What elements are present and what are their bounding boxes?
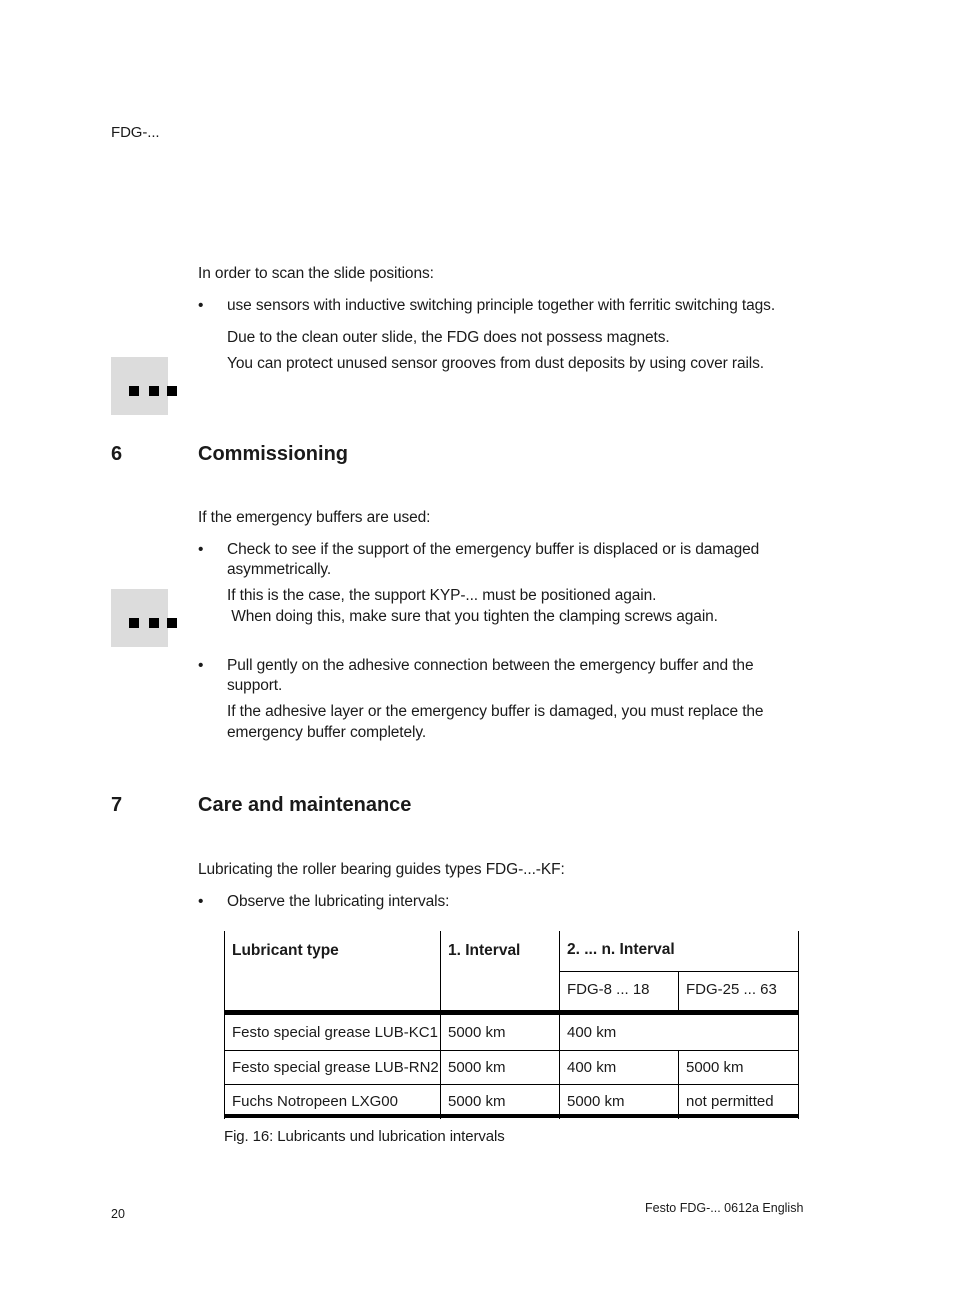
intro-note-line: You can protect unused sensor grooves fr… (227, 355, 765, 372)
table-border (224, 1084, 799, 1085)
intro-bullet: use sensors with inductive switching pri… (227, 297, 776, 314)
document-header: FDG-... (111, 124, 160, 141)
bullet-text-line: support. (227, 677, 283, 694)
table-cell-first: 5000 km (448, 1024, 506, 1041)
header-n-interval: 2. ... n. Interval (567, 941, 675, 958)
note-icon (111, 589, 177, 647)
table-border (798, 931, 799, 1119)
note-icon-square (129, 386, 139, 396)
subheader-fdg-large: FDG-25 ... 63 (686, 981, 777, 998)
table-border (224, 931, 225, 1119)
page-number: 20 (111, 1207, 125, 1221)
subheader-fdg-small: FDG-8 ... 18 (567, 981, 650, 998)
table-cell-n-small: 5000 km (567, 1093, 625, 1110)
header-lubricant-type: Lubricant type (232, 942, 339, 959)
note-line: If this is the case, the support KYP-...… (227, 587, 657, 604)
table-border (678, 971, 679, 1011)
section7-lead: Lubricating the roller bearing guides ty… (198, 861, 565, 878)
note-icon-square (129, 618, 139, 628)
note-line: If the adhesive layer or the emergency b… (227, 703, 764, 720)
header-first-interval: 1. Interval (448, 942, 521, 959)
table-cell-first: 5000 km (448, 1059, 506, 1076)
table-border (559, 931, 560, 1119)
bullet-symbol: • (198, 541, 204, 558)
table-border (224, 1050, 799, 1051)
note-icon-square (167, 618, 177, 628)
section6-lead: If the emergency buffers are used: (198, 509, 431, 526)
footer-doc-info: Festo FDG-... 0612a English (645, 1201, 804, 1215)
table-cell-type: Fuchs Notropeen LXG00 (232, 1093, 398, 1110)
note-icon (111, 357, 177, 415)
intro-lead: In order to scan the slide positions: (198, 265, 434, 282)
table-cell-n-large: not permitted (686, 1093, 774, 1110)
table-cell-n-small: 400 km (567, 1059, 617, 1076)
bullet-text-line: Pull gently on the adhesive connection b… (227, 657, 754, 674)
table-cell-n-small: 400 km (567, 1024, 617, 1041)
section-title: Commissioning (198, 443, 349, 465)
bullet-symbol: • (198, 893, 204, 910)
table-header-rule (224, 1010, 799, 1015)
section-number: 7 (111, 794, 123, 816)
intro-note-line: Due to the clean outer slide, the FDG do… (227, 329, 670, 346)
lubricant-table: Lubricant type 1. Interval 2. ... n. Int… (224, 931, 799, 1119)
note-icon-square (149, 618, 159, 628)
section7-bullet: Observe the lubricating intervals: (227, 893, 450, 910)
figure-caption: Fig. 16: Lubricants und lubrication inte… (224, 1128, 505, 1145)
bullet-symbol: • (198, 297, 204, 314)
bullet-text-line: asymmetrically. (227, 561, 332, 578)
table-border (559, 971, 799, 972)
table-bottom-rule (224, 1114, 799, 1118)
bullet-symbol: • (198, 657, 204, 674)
note-icon-square (149, 386, 159, 396)
bullet-text-line: Check to see if the support of the emerg… (227, 541, 760, 558)
section-number: 6 (111, 443, 123, 465)
table-cell-type: Festo special grease LUB-KC1 (232, 1024, 438, 1041)
table-cell-n-large: 5000 km (686, 1059, 744, 1076)
table-cell-type: Festo special grease LUB-RN2 (232, 1059, 439, 1076)
section-title: Care and maintenance (198, 794, 412, 816)
note-line: When doing this, make sure that you tigh… (227, 608, 718, 625)
note-line: emergency buffer completely. (227, 724, 427, 741)
table-cell-first: 5000 km (448, 1093, 506, 1110)
note-icon-square (167, 386, 177, 396)
table-border (440, 931, 441, 1119)
